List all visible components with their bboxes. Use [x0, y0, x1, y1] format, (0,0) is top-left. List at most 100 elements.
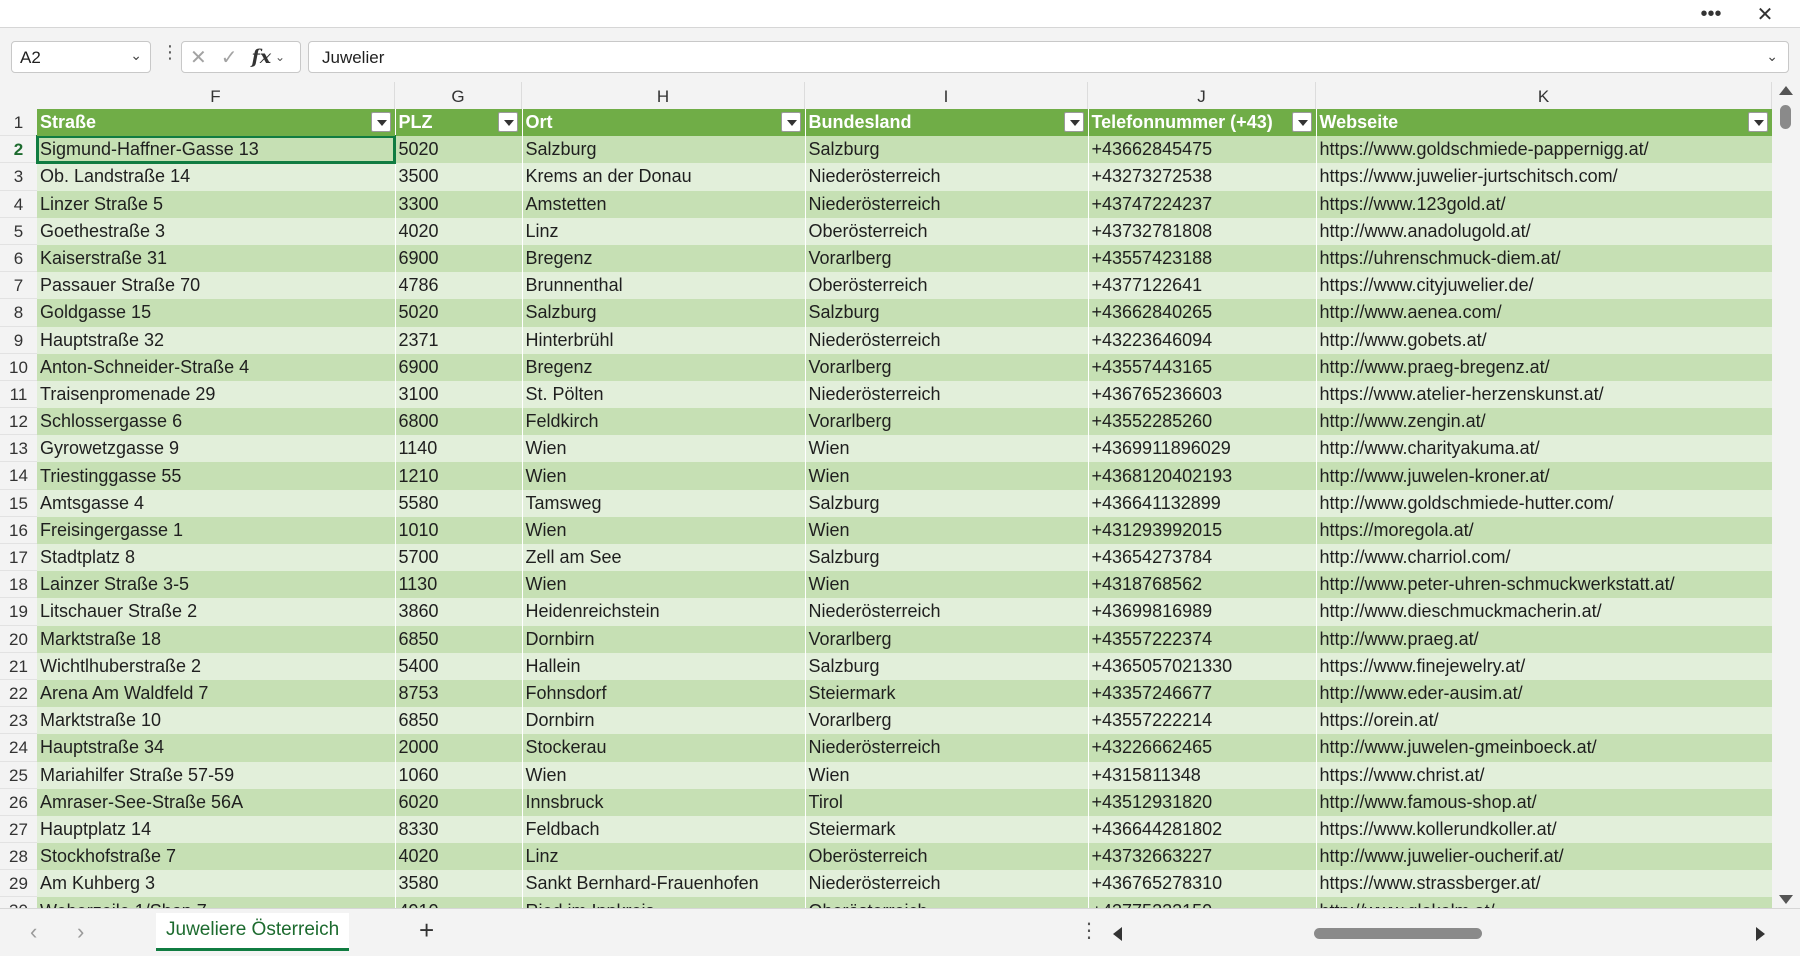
- row-header[interactable]: 11: [0, 380, 37, 409]
- table-cell[interactable]: 1210: [395, 462, 523, 490]
- table-cell[interactable]: Wien: [522, 571, 806, 599]
- table-cell[interactable]: +4315811348: [1088, 761, 1317, 789]
- row-header[interactable]: 9: [0, 326, 37, 354]
- table-cell[interactable]: 6900: [395, 353, 523, 381]
- table-cell[interactable]: 2000: [395, 734, 523, 762]
- table-header-cell[interactable]: Straße: [37, 109, 396, 137]
- table-cell[interactable]: 1140: [395, 435, 523, 463]
- table-cell[interactable]: Wien: [522, 516, 806, 544]
- row-header[interactable]: 30: [0, 897, 37, 908]
- table-cell[interactable]: 4786: [395, 272, 523, 300]
- table-cell[interactable]: +436765278310: [1088, 870, 1317, 898]
- table-cell[interactable]: http://www.famous-shop.at/: [1316, 788, 1772, 816]
- table-cell[interactable]: +43654273784: [1088, 544, 1317, 572]
- table-cell[interactable]: 6850: [395, 625, 523, 653]
- table-cell[interactable]: Mariahilfer Straße 57-59: [37, 761, 396, 789]
- table-cell[interactable]: 5020: [395, 136, 523, 164]
- close-icon[interactable]: ✕: [1742, 0, 1788, 28]
- table-cell[interactable]: 6850: [395, 707, 523, 735]
- column-header-h[interactable]: H: [522, 82, 805, 109]
- column-header-j[interactable]: J: [1088, 82, 1316, 109]
- table-cell[interactable]: +4365057021330: [1088, 652, 1317, 680]
- table-header-cell[interactable]: Ort: [522, 109, 806, 137]
- table-cell[interactable]: Hauptstraße 32: [37, 326, 396, 354]
- table-cell[interactable]: 2371: [395, 326, 523, 354]
- table-cell[interactable]: 1010: [395, 516, 523, 544]
- column-header-k[interactable]: K: [1316, 82, 1772, 109]
- table-cell[interactable]: http://www.glokolm.at/: [1316, 897, 1772, 908]
- table-cell[interactable]: 8753: [395, 679, 523, 708]
- table-cell[interactable]: Lainzer Straße 3-5: [37, 571, 396, 599]
- table-cell[interactable]: +4368120402193: [1088, 462, 1317, 490]
- row-header[interactable]: 24: [0, 734, 37, 762]
- table-cell[interactable]: Marktstraße 18: [37, 625, 396, 653]
- vertical-scrollbar[interactable]: [1772, 82, 1800, 908]
- spreadsheet-grid[interactable]: F G H I J K 1 2 3 4 5 6 7 8 9 10 11 12 13 14 15 16 17 18 1…: [0, 82, 1772, 908]
- table-cell[interactable]: Schlossergasse 6: [37, 408, 396, 436]
- row-header[interactable]: 29: [0, 870, 37, 898]
- table-cell[interactable]: http://www.juwelen-kroner.at/: [1316, 462, 1772, 490]
- table-cell[interactable]: https://www.kollerundkoller.at/: [1316, 815, 1772, 844]
- scroll-down-icon[interactable]: [1779, 895, 1793, 904]
- table-cell[interactable]: Oberösterreich: [805, 217, 1089, 245]
- table-cell[interactable]: 4020: [395, 217, 523, 245]
- filter-dropdown-icon[interactable]: [1291, 112, 1312, 132]
- table-cell[interactable]: https://uhrenschmuck-diem.at/: [1316, 244, 1772, 273]
- table-cell[interactable]: Passauer Straße 70: [37, 272, 396, 300]
- table-cell[interactable]: Oberösterreich: [805, 272, 1089, 300]
- table-cell[interactable]: +43226662465: [1088, 734, 1317, 762]
- table-cell[interactable]: Steiermark: [805, 679, 1089, 708]
- filter-dropdown-icon[interactable]: [1747, 112, 1768, 132]
- table-cell[interactable]: +43732663227: [1088, 843, 1317, 871]
- table-header-cell[interactable]: PLZ: [395, 109, 523, 137]
- row-header[interactable]: 4: [0, 190, 37, 218]
- table-cell[interactable]: 3580: [395, 870, 523, 898]
- table-header-cell[interactable]: Telefonnummer (+43): [1088, 109, 1317, 137]
- table-cell[interactable]: Ried im Innkreis: [522, 897, 806, 908]
- vertical-scroll-thumb[interactable]: [1780, 105, 1791, 129]
- table-cell[interactable]: Stockerau: [522, 734, 806, 762]
- table-cell[interactable]: http://www.eder-ausim.at/: [1316, 679, 1772, 708]
- table-cell[interactable]: Vorarlberg: [805, 244, 1089, 273]
- table-cell[interactable]: http://www.charriol.com/: [1316, 544, 1772, 572]
- table-cell[interactable]: +436641132899: [1088, 489, 1317, 517]
- table-cell[interactable]: +43552285260: [1088, 408, 1317, 436]
- row-header[interactable]: 19: [0, 598, 37, 626]
- table-cell[interactable]: +43557222374: [1088, 625, 1317, 653]
- table-cell[interactable]: http://www.juwelier-oucherif.at/: [1316, 843, 1772, 871]
- row-header[interactable]: 12: [0, 408, 37, 436]
- table-header-cell[interactable]: Webseite: [1316, 109, 1772, 137]
- row-header[interactable]: 10: [0, 353, 37, 381]
- scroll-left-icon[interactable]: [1113, 927, 1122, 941]
- table-cell[interactable]: 3500: [395, 163, 523, 191]
- table-cell[interactable]: +43699816989: [1088, 598, 1317, 626]
- table-cell[interactable]: Salzburg: [805, 652, 1089, 680]
- column-header-f[interactable]: F: [37, 82, 395, 109]
- table-cell[interactable]: 3860: [395, 598, 523, 626]
- table-cell[interactable]: 6020: [395, 788, 523, 816]
- table-cell[interactable]: 4910: [395, 897, 523, 908]
- table-cell[interactable]: Wien: [805, 571, 1089, 599]
- table-cell[interactable]: 6800: [395, 408, 523, 436]
- table-cell[interactable]: +43775222150: [1088, 897, 1317, 908]
- more-vertical-icon[interactable]: ⋮: [161, 42, 179, 63]
- table-cell[interactable]: Sankt Bernhard-Frauenhofen: [522, 870, 806, 898]
- row-header[interactable]: 13: [0, 435, 37, 463]
- table-cell[interactable]: +4318768562: [1088, 571, 1317, 599]
- table-cell[interactable]: Linz: [522, 843, 806, 871]
- table-cell[interactable]: https://orein.at/: [1316, 707, 1772, 735]
- row-header[interactable]: 2: [0, 136, 37, 164]
- table-cell[interactable]: https://www.cityjuwelier.de/: [1316, 272, 1772, 300]
- horizontal-scroll-thumb[interactable]: [1314, 928, 1482, 939]
- row-header[interactable]: 1: [0, 109, 37, 137]
- table-cell[interactable]: 1130: [395, 571, 523, 599]
- table-cell[interactable]: Feldkirch: [522, 408, 806, 436]
- table-cell[interactable]: Vorarlberg: [805, 707, 1089, 735]
- table-cell[interactable]: Goldgasse 15: [37, 299, 396, 327]
- table-cell[interactable]: +43357246677: [1088, 679, 1317, 708]
- table-cell[interactable]: +43273272538: [1088, 163, 1317, 191]
- table-cell[interactable]: Stadtplatz 8: [37, 544, 396, 572]
- table-cell[interactable]: https://www.atelier-herzenskunst.at/: [1316, 380, 1772, 409]
- table-cell[interactable]: Brunnenthal: [522, 272, 806, 300]
- table-cell[interactable]: 3300: [395, 190, 523, 218]
